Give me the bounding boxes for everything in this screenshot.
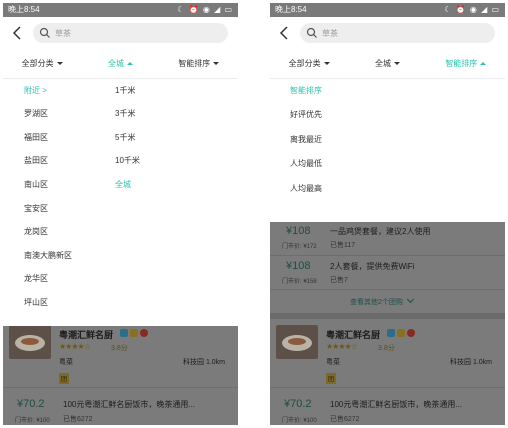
filter-category-tab[interactable]: 全部分类 (270, 58, 348, 69)
status-time: 晚上8:54 (275, 5, 307, 14)
search-icon (306, 27, 317, 38)
deal-title[interactable]: 一品鸡煲套餐，建议2人使用 (330, 226, 430, 237)
restaurant-location: 科技园 1.0km (183, 359, 226, 366)
group-tag: 团 (59, 373, 70, 384)
filter-category-tab[interactable]: 全部分类 (3, 58, 81, 69)
sort-dropdown: 智能排序 好评优先 离我最近 人均最低 人均最高 (270, 79, 505, 222)
status-bar: 晚上8:54 ☾ ⏰ ◉ ◢ ▭ (270, 3, 505, 17)
ding-badge (407, 329, 415, 337)
filter-area-tab[interactable]: 全城 (348, 58, 426, 69)
top-bar (3, 17, 238, 49)
rating-score: 3.8分 (111, 345, 128, 352)
screen-right: 晚上8:54 ☾ ⏰ ◉ ◢ ▭ 全部分类 全城 智能排序 ¥108 一品鸡煲套… (270, 3, 505, 425)
rating-stars: ★★★★☆ (59, 342, 91, 351)
district-item-nearby[interactable]: 附近 > (24, 85, 47, 96)
district-item[interactable]: 南山区 (24, 179, 48, 190)
status-bar: 晚上8:54 ☾ ⏰ ◉ ◢ ▭ (3, 3, 238, 17)
chevron-down-icon (56, 62, 63, 66)
screen-left: 晚上8:54 ☾ ⏰ ◉ ◢ ▭ 全部分类 全城 智能排序 粤潮汇鲜名厨 ★★★… (3, 3, 238, 425)
sort-option[interactable]: 人均最高 (290, 183, 322, 194)
rating-score: 3.8分 (378, 345, 395, 352)
district-item[interactable]: 龙华区 (24, 273, 48, 284)
deal-price: ¥70.2 (284, 398, 312, 410)
search-box[interactable] (300, 23, 495, 43)
deal-original-price: 门市价: ¥100 (15, 418, 50, 424)
district-item[interactable]: 福田区 (24, 132, 48, 143)
distance-item[interactable]: 3千米 (115, 108, 135, 119)
deal-title[interactable]: 2人套餐，提供免费WiFi (330, 261, 414, 272)
deal-sold: 已售6272 (330, 416, 360, 423)
district-item[interactable]: 盐田区 (24, 155, 48, 166)
distance-item[interactable]: 10千米 (115, 155, 140, 166)
chevron-up-icon (480, 62, 487, 66)
chevron-right-icon: > (42, 86, 47, 95)
chevron-down-icon (393, 62, 400, 66)
back-arrow-icon[interactable] (9, 25, 25, 41)
filter-area-tab[interactable]: 全城 (81, 58, 159, 69)
restaurant-name[interactable]: 粤潮汇鲜名厨 (326, 328, 380, 341)
district-item[interactable]: 南澳大鹏新区 (24, 250, 72, 261)
sort-option[interactable]: 离我最近 (290, 134, 322, 145)
area-dropdown: 附近 > 罗湖区 福田区 盐田区 南山区 宝安区 龙岗区 南澳大鹏新区 龙华区 … (3, 79, 238, 326)
district-item[interactable]: 宝安区 (24, 203, 48, 214)
chevron-up-icon (126, 62, 133, 66)
district-item[interactable]: 罗湖区 (24, 108, 48, 119)
chevron-down-icon (323, 62, 330, 66)
district-item[interactable]: 坪山区 (24, 297, 48, 308)
top-bar (270, 17, 505, 49)
distance-item-all-city[interactable]: 全城 (115, 179, 131, 190)
quan-badge (130, 329, 138, 337)
status-icons: ☾ ⏰ ◉ ◢ ▭ (444, 5, 500, 14)
deal-price: ¥108 (286, 225, 311, 237)
distance-item[interactable]: 5千米 (115, 132, 135, 143)
tuan-badge (387, 329, 395, 337)
deal-title[interactable]: 100元粤潮汇鲜名厨饭市，晚茶通用... (63, 399, 195, 410)
search-input[interactable] (322, 28, 422, 38)
deal-original-price: 门市价: ¥172 (282, 244, 317, 250)
sort-option[interactable]: 人均最低 (290, 158, 322, 169)
filter-sort-tab[interactable]: 智能排序 (160, 58, 238, 69)
more-deals-link[interactable]: 查看其他2个团购 (350, 295, 414, 307)
search-icon (39, 27, 50, 38)
restaurant-thumbnail[interactable] (9, 325, 51, 359)
deal-sold: 已售6272 (63, 416, 93, 423)
rating-stars: ★★★★☆ (326, 342, 358, 351)
deal-sold: 已售7 (330, 277, 348, 284)
quan-badge (397, 329, 405, 337)
deal-price: ¥108 (286, 260, 311, 272)
district-item[interactable]: 龙岗区 (24, 226, 48, 237)
filter-sort-tab[interactable]: 智能排序 (427, 58, 505, 69)
filter-bar: 全部分类 全城 智能排序 (270, 49, 505, 79)
ding-badge (140, 329, 148, 337)
chevron-down-icon (213, 62, 220, 66)
search-input[interactable] (55, 28, 155, 38)
restaurant-category: 粤菜 (59, 359, 73, 366)
group-tag: 团 (326, 373, 337, 384)
deal-price: ¥70.2 (17, 398, 45, 410)
restaurant-thumbnail[interactable] (276, 325, 318, 359)
deal-original-price: 门市价: ¥158 (282, 279, 317, 285)
restaurant-name[interactable]: 粤潮汇鲜名厨 (59, 328, 113, 341)
deal-sold: 已售117 (330, 242, 356, 249)
restaurant-location: 科技园 1.0km (450, 359, 493, 366)
status-time: 晚上8:54 (8, 5, 40, 14)
chevron-down-icon (406, 295, 414, 304)
distance-item[interactable]: 1千米 (115, 85, 135, 96)
back-arrow-icon[interactable] (276, 25, 292, 41)
sort-option-smart[interactable]: 智能排序 (290, 85, 322, 96)
filter-bar: 全部分类 全城 智能排序 (3, 49, 238, 79)
sort-option[interactable]: 好评优先 (290, 109, 322, 120)
tuan-badge (120, 329, 128, 337)
restaurant-category: 粤菜 (326, 359, 340, 366)
deal-original-price: 门市价: ¥100 (282, 418, 317, 424)
status-icons: ☾ ⏰ ◉ ◢ ▭ (177, 5, 233, 14)
deal-title[interactable]: 100元粤潮汇鲜名厨饭市，晚茶通用... (330, 399, 462, 410)
search-box[interactable] (33, 23, 228, 43)
